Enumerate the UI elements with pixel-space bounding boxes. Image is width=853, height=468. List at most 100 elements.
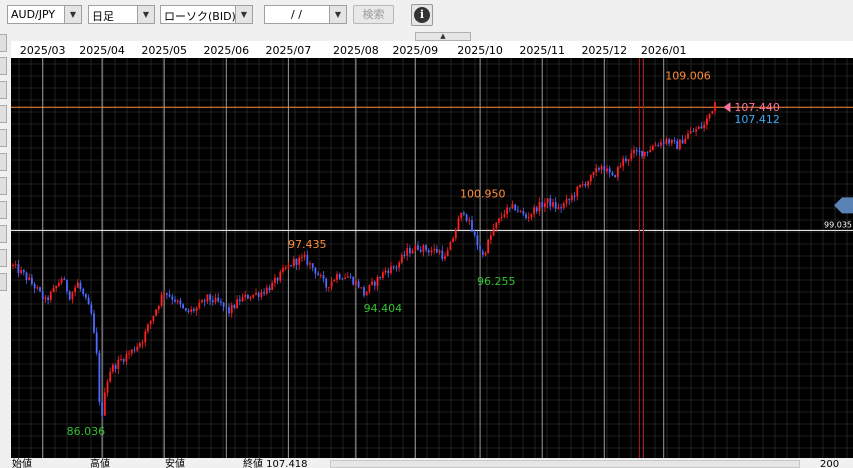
candle-body xyxy=(627,159,630,162)
candle-body xyxy=(39,287,41,292)
date-picker[interactable]: / / ▼ xyxy=(264,5,347,24)
candle-body xyxy=(700,126,703,129)
candle-body xyxy=(571,195,573,200)
collapse-toolbar-button[interactable]: ▲ xyxy=(415,32,471,41)
candle-body xyxy=(411,250,414,254)
candle-body xyxy=(90,304,93,314)
candle-body xyxy=(630,153,633,160)
date-tick-label: 2025/11 xyxy=(519,44,565,57)
candle-body xyxy=(20,270,22,274)
candle-body xyxy=(271,282,274,291)
candle-body xyxy=(122,359,125,362)
chart-type-select[interactable]: ローソク(BID) ▼ xyxy=(160,5,253,24)
candle-body xyxy=(514,204,517,211)
candle-body xyxy=(322,275,325,279)
candle-body xyxy=(484,253,487,255)
date-tick-label: 2025/12 xyxy=(581,44,627,57)
date-tick-label: 2025/03 xyxy=(20,44,66,57)
candle-body xyxy=(697,126,700,130)
candle-body xyxy=(684,138,687,144)
tool-button[interactable] xyxy=(0,129,7,147)
candle-body xyxy=(400,255,403,263)
triangle-down-icon[interactable]: ▼ xyxy=(329,6,346,23)
candle-body xyxy=(614,175,616,178)
candle-body xyxy=(222,302,225,307)
candle-body xyxy=(633,149,635,154)
tool-button[interactable] xyxy=(0,105,7,123)
search-button[interactable]: 検索 xyxy=(353,5,394,24)
candle-body xyxy=(387,270,390,274)
tool-button[interactable] xyxy=(0,201,7,219)
candle-body xyxy=(41,291,44,300)
candle-body xyxy=(692,131,695,133)
candle-body xyxy=(398,262,400,268)
candle-body xyxy=(592,172,595,175)
tool-button[interactable] xyxy=(0,273,7,291)
candle-body xyxy=(373,281,376,286)
candle-body xyxy=(681,139,684,144)
tool-button[interactable] xyxy=(0,57,7,75)
candle-body xyxy=(241,297,244,302)
candle-body xyxy=(136,346,139,351)
toolbar: AUD/JPY ▼ 日足 ▼ ローソク(BID) ▼ / / ▼ 検索 i xyxy=(0,0,853,31)
candle-body xyxy=(608,168,611,173)
period-select[interactable]: 日足 ▼ xyxy=(88,5,155,24)
candle-body xyxy=(68,291,71,300)
candle-body xyxy=(527,217,530,219)
candle-body xyxy=(157,305,160,310)
candle-body xyxy=(144,331,147,343)
candle-body xyxy=(625,158,627,162)
triangle-down-icon[interactable]: ▼ xyxy=(64,6,81,23)
candle-body xyxy=(576,186,579,197)
candle-body xyxy=(346,276,349,278)
candle-body xyxy=(465,214,468,221)
tool-button[interactable] xyxy=(0,81,7,99)
candle-body xyxy=(379,276,382,278)
candle-body xyxy=(349,276,352,278)
candle-body xyxy=(481,251,484,255)
candle-body xyxy=(344,277,346,279)
candle-body xyxy=(133,349,136,351)
candle-body xyxy=(314,267,317,274)
candle-body xyxy=(125,354,128,362)
candle-body xyxy=(522,210,525,215)
candle-body xyxy=(58,282,60,286)
triangle-down-icon[interactable]: ▼ xyxy=(137,6,154,23)
date-tick-label: 2025/07 xyxy=(266,44,312,57)
candle-body xyxy=(82,289,85,295)
candle-body xyxy=(425,245,427,251)
candle-body xyxy=(382,272,384,278)
candle-body xyxy=(117,359,120,369)
candle-body xyxy=(560,207,562,209)
tool-button[interactable] xyxy=(0,177,7,195)
candle-body xyxy=(276,277,279,281)
candle-body xyxy=(233,304,236,309)
candle-body xyxy=(141,342,144,344)
candle-body xyxy=(268,287,271,291)
info-button[interactable]: i xyxy=(411,4,433,26)
triangle-down-icon[interactable]: ▼ xyxy=(235,6,252,23)
candle-body xyxy=(211,300,214,303)
tool-button[interactable] xyxy=(0,225,7,243)
candle-body xyxy=(479,245,481,252)
candle-body xyxy=(279,271,282,281)
candle-body xyxy=(12,264,14,267)
candle-body xyxy=(66,280,68,292)
date-value[interactable]: / / xyxy=(291,8,302,21)
candle-body xyxy=(452,238,454,242)
candle-body xyxy=(665,139,668,144)
candle-body xyxy=(317,273,319,276)
candle-body xyxy=(573,195,576,197)
candle-body xyxy=(544,203,546,208)
chart-canvas[interactable]: 2025/03 2025/04 2025/05 2025/06 2025/07 2025/… xyxy=(11,41,853,458)
chart-scrollbar[interactable] xyxy=(330,460,800,468)
chart-type-value: ローソク(BID) xyxy=(164,10,236,23)
currency-pair-select[interactable]: AUD/JPY ▼ xyxy=(7,5,82,24)
tool-button[interactable] xyxy=(0,249,7,267)
price-chart[interactable]: 2025/03 2025/04 2025/05 2025/06 2025/07 2025/… xyxy=(11,41,853,458)
candle-body xyxy=(114,365,117,369)
tool-button[interactable] xyxy=(0,153,7,171)
tool-button[interactable] xyxy=(0,34,7,52)
candle-body xyxy=(638,151,641,153)
high-price-label: 97.435 xyxy=(288,238,327,251)
